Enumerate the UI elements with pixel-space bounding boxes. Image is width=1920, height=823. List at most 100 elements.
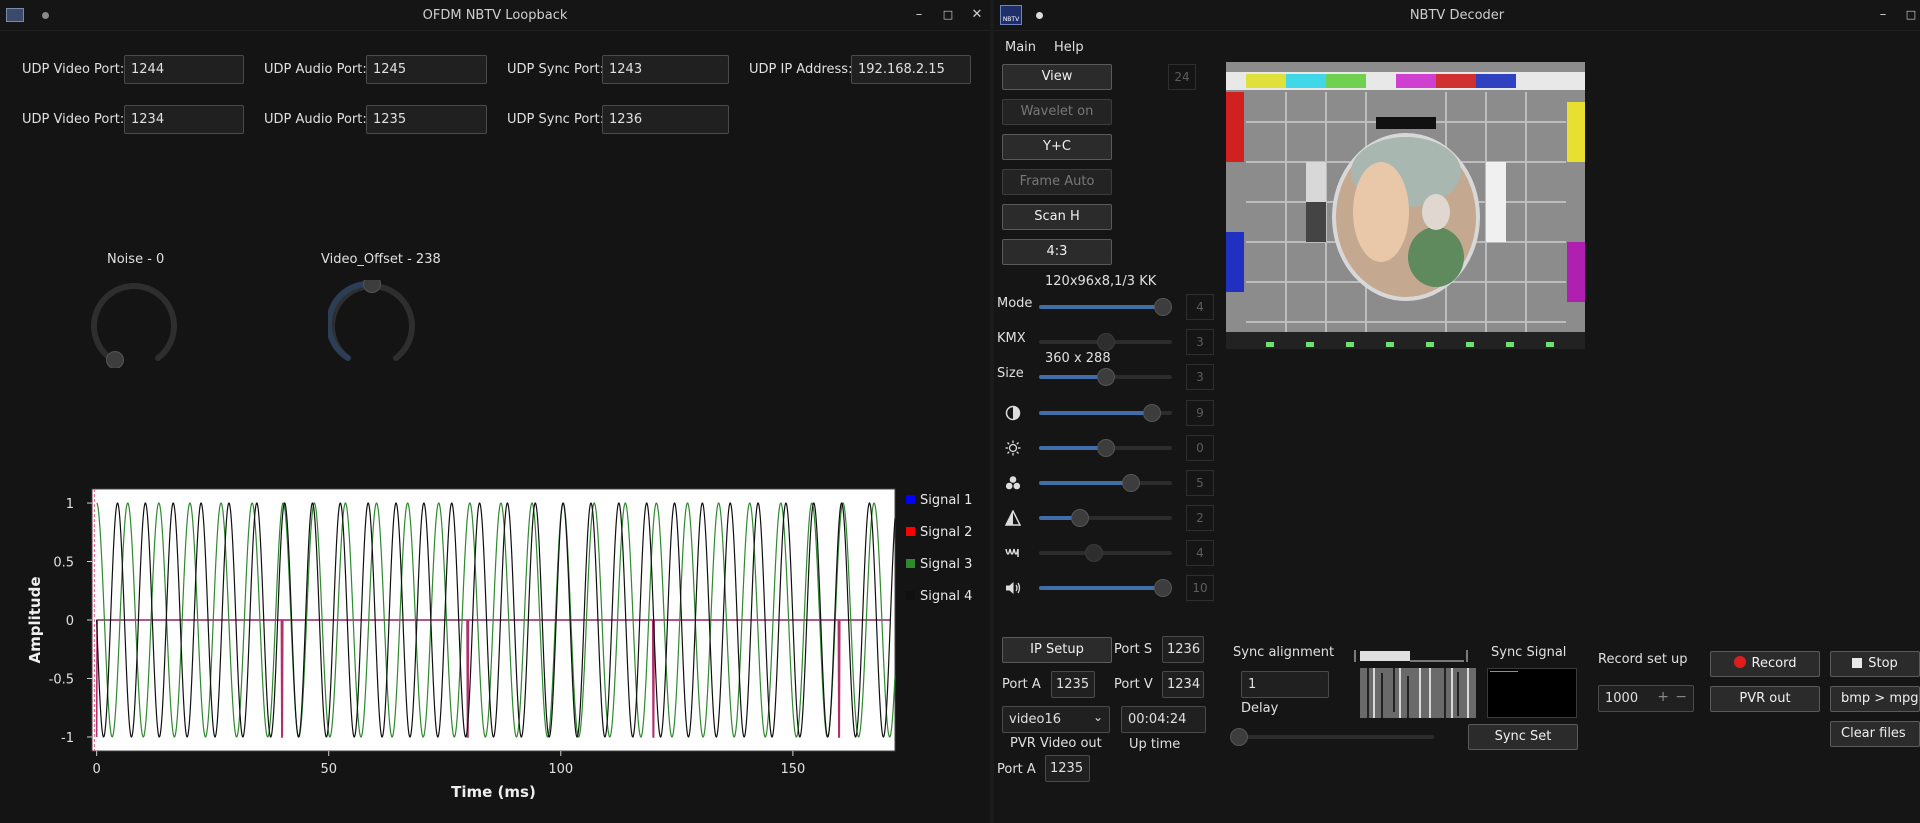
port-s-field[interactable]: 1236 <box>1162 636 1204 663</box>
x-tick-label: 50 <box>320 762 337 777</box>
mode-caption: 120x96x8,1/3 KK <box>1045 274 1157 289</box>
slider-waveform[interactable] <box>1039 544 1172 562</box>
pvr-out-button[interactable]: PVR out <box>1710 686 1820 712</box>
udp-sync-port-field[interactable]: 1236 <box>602 105 729 134</box>
record-count-spinbox[interactable]: 1000 + − <box>1598 685 1694 712</box>
minus-icon[interactable]: − <box>1675 689 1687 705</box>
slider-brightness[interactable] <box>1039 439 1172 457</box>
y-tick-label: 0 <box>66 614 74 629</box>
decoder-window: NBTV NBTV Decoder – □ Main Help View Wav… <box>994 0 1920 823</box>
signal-chart-svg: 1 0.5 0 -0.5 -1 0 50 100 150 Time (ms) Amplitude Si… <box>26 488 972 801</box>
noise-dial[interactable] <box>90 280 178 369</box>
slider-label-mode: Mode <box>997 296 1033 311</box>
plus-icon[interactable]: + <box>1657 689 1669 705</box>
slider-handle[interactable] <box>1071 509 1089 527</box>
scan-h-button[interactable]: Scan H <box>1002 204 1112 230</box>
ip-setup-button[interactable]: IP Setup <box>1002 637 1112 663</box>
chevron-down-icon: ⌄ <box>1092 710 1103 724</box>
wavelet-button[interactable]: Wavelet on <box>1002 99 1112 125</box>
loopback-window: OFDM NBTV Loopback – □ ✕ UDP Video Port:… <box>0 0 990 823</box>
slider-handle[interactable] <box>1154 298 1172 316</box>
video-device-select[interactable]: video16 ⌄ <box>1002 706 1110 733</box>
record-setup-label: Record set up <box>1598 652 1688 667</box>
udp-sync-port-field[interactable]: 1243 <box>602 55 729 84</box>
udp-ip-address-field[interactable]: 192.168.2.15 <box>851 55 971 84</box>
window-title: OFDM NBTV Loopback <box>422 8 568 23</box>
delay-slider[interactable] <box>1230 728 1434 746</box>
port-a-field[interactable]: 1235 <box>1051 671 1095 698</box>
udp-video-port-label: UDP Video Port: <box>22 112 125 127</box>
color-icon <box>1005 475 1021 491</box>
port-a2-label: Port A <box>997 762 1036 777</box>
video-preview <box>1226 62 1585 349</box>
minimize-icon[interactable]: – <box>910 6 928 24</box>
legend-label: Signal 1 <box>920 493 972 508</box>
sync-alignment-field[interactable]: 1 <box>1241 671 1329 698</box>
video-offset-dial[interactable] <box>325 275 416 368</box>
udp-audio-port-field[interactable]: 1245 <box>366 55 487 84</box>
legend-label: Signal 2 <box>920 525 972 540</box>
decoder-titlebar: NBTV NBTV Decoder – □ <box>994 0 1920 31</box>
slider-value: 4 <box>1186 294 1214 320</box>
slider-volume[interactable] <box>1039 579 1172 597</box>
slider-kmx[interactable] <box>1039 333 1172 351</box>
slider-value: 10 <box>1186 575 1214 601</box>
slider-fill <box>1039 481 1131 485</box>
minimize-icon[interactable]: – <box>1874 6 1892 24</box>
waveform-icon <box>1005 545 1021 561</box>
udp-video-port-label: UDP Video Port: <box>22 62 125 77</box>
window-title: NBTV Decoder <box>1409 8 1505 23</box>
delay-slider-handle[interactable] <box>1230 728 1248 746</box>
slider-contrast[interactable] <box>1039 404 1172 422</box>
slider-handle[interactable] <box>1097 368 1115 386</box>
slider-handle[interactable] <box>1154 579 1172 597</box>
menu-main[interactable]: Main <box>1005 40 1036 55</box>
udp-audio-port-field[interactable]: 1235 <box>366 105 487 134</box>
aspect-button[interactable]: 4:3 <box>1002 239 1112 265</box>
menu-help[interactable]: Help <box>1054 40 1084 55</box>
udp-video-port-field[interactable]: 1234 <box>124 105 244 134</box>
slider-handle[interactable] <box>1122 474 1140 492</box>
udp-sync-port-label: UDP Sync Port: <box>507 112 605 127</box>
y-tick-label: 1 <box>66 497 74 512</box>
slider-color[interactable] <box>1039 474 1172 492</box>
stop-label: Stop <box>1868 656 1898 671</box>
yc-button[interactable]: Y+C <box>1002 134 1112 160</box>
slider-fill <box>1039 411 1152 415</box>
maximize-icon[interactable]: □ <box>939 6 957 24</box>
slider-value: 3 <box>1186 364 1214 390</box>
udp-video-port-field[interactable]: 1244 <box>124 55 244 84</box>
port-v-field[interactable]: 1234 <box>1162 671 1204 698</box>
slider-mode[interactable] <box>1039 298 1172 316</box>
sync-set-button[interactable]: Sync Set <box>1468 724 1578 750</box>
signal-chart: 1 0.5 0 -0.5 -1 0 50 100 150 Time (ms) Amplitude Si… <box>0 480 990 810</box>
clear-files-button[interactable]: Clear files <box>1830 721 1920 747</box>
maximize-icon[interactable]: □ <box>1902 6 1920 24</box>
legend-label: Signal 3 <box>920 557 972 572</box>
test-card-image <box>1226 62 1585 349</box>
port-a2-field[interactable]: 1235 <box>1045 755 1090 782</box>
slider-handle[interactable] <box>1097 333 1115 351</box>
slider-fill <box>1039 375 1106 379</box>
bmp-mpg-button[interactable]: bmp > mpg <box>1830 686 1920 712</box>
slider-label-kmx: KMX <box>997 331 1026 346</box>
slider-handle[interactable] <box>1097 439 1115 457</box>
slider-handle[interactable] <box>1143 404 1161 422</box>
contrast-icon <box>1005 405 1021 421</box>
slider-sharpness[interactable] <box>1039 509 1172 527</box>
close-icon[interactable]: ✕ <box>968 6 986 24</box>
video-offset-dial-label: Video_Offset - 238 <box>321 252 441 267</box>
slider-size[interactable] <box>1039 368 1172 386</box>
stop-icon <box>1852 658 1863 668</box>
frame-auto-button[interactable]: Frame Auto <box>1002 169 1112 195</box>
slider-value: 5 <box>1186 470 1214 496</box>
slider-handle[interactable] <box>1085 544 1103 562</box>
stop-button[interactable]: Stop <box>1830 651 1920 677</box>
slider-value: 0 <box>1186 435 1214 461</box>
sync-scan-preview <box>1360 668 1476 718</box>
view-button[interactable]: View <box>1002 64 1112 90</box>
noise-dial-label: Noise - 0 <box>107 252 165 267</box>
record-label: Record <box>1751 656 1797 671</box>
record-button[interactable]: Record <box>1710 651 1820 677</box>
sharpness-icon <box>1004 509 1022 526</box>
